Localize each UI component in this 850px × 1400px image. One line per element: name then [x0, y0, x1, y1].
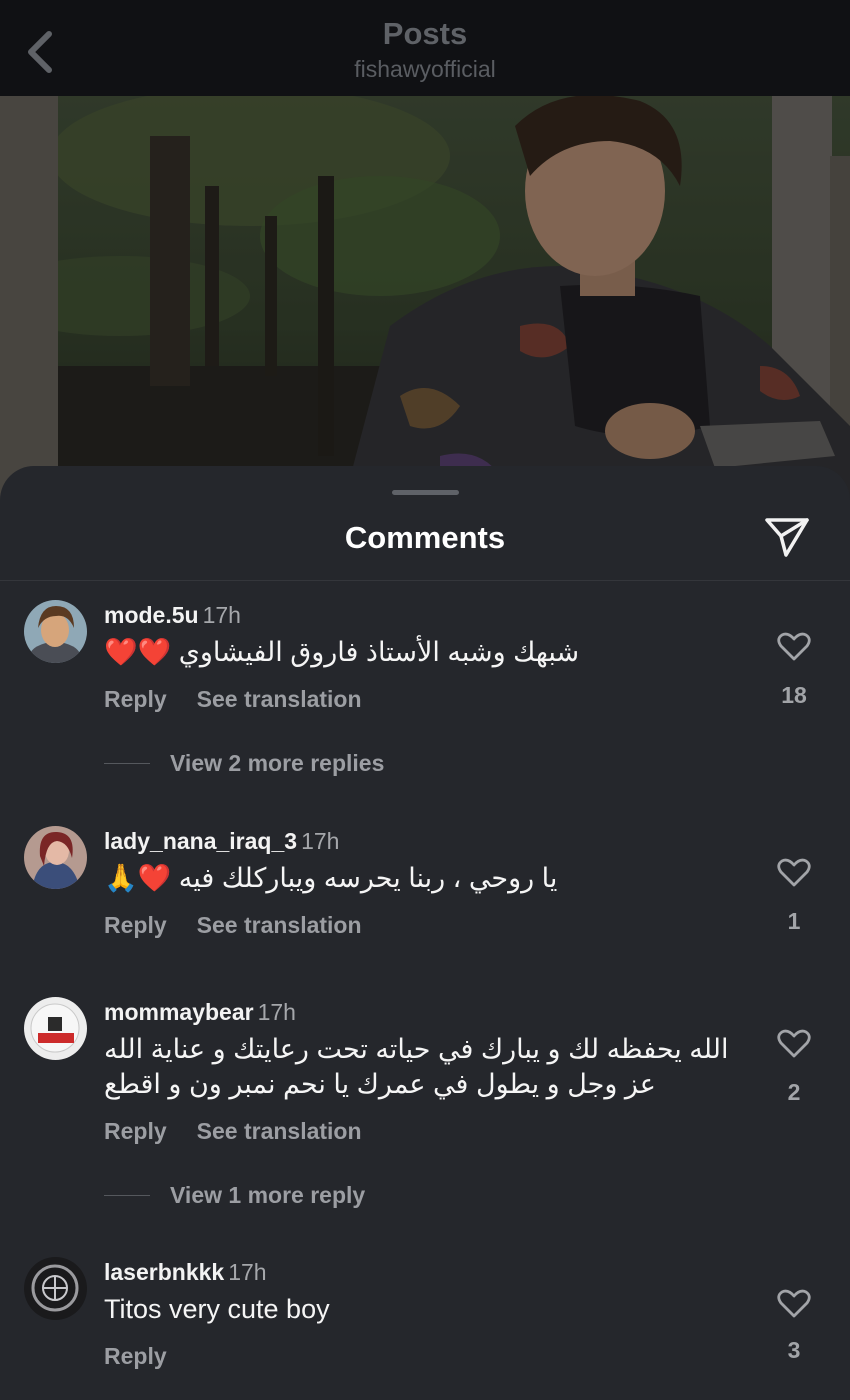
comment-text: يا روحي ، ربنا يحرسه ويباركلك فيه ❤️🙏	[104, 863, 558, 893]
see-translation-button[interactable]: See translation	[197, 686, 362, 712]
replies-line	[104, 1194, 150, 1196]
view-more-replies-label: View 2 more replies	[170, 749, 385, 776]
like-button[interactable]	[775, 1027, 813, 1061]
share-button[interactable]	[762, 514, 812, 560]
like-button[interactable]	[775, 856, 813, 890]
comment-username[interactable]: lady_nana_iraq_3	[104, 828, 297, 854]
comment-item: lady_nana_iraq_3 17h يا روحي ، ربنا يحرسه…	[0, 826, 850, 946]
avatar[interactable]	[24, 1257, 87, 1320]
page-title: Posts	[382, 16, 468, 51]
comment-time: 17h	[301, 828, 340, 854]
like-count: 1	[787, 908, 801, 934]
comment-actions: Reply	[104, 1343, 197, 1370]
comment-text: Titos very cute boy	[104, 1294, 330, 1324]
like-count: 18	[781, 682, 807, 708]
post-image	[0, 96, 850, 516]
comment-username[interactable]: laserbnkkk	[104, 1259, 224, 1285]
account-name: fishawyofficial	[354, 56, 496, 82]
like-button[interactable]	[775, 1287, 813, 1321]
comment-header: lady_nana_iraq_3 17h	[104, 826, 339, 856]
like-count: 3	[787, 1337, 801, 1363]
replies-line	[104, 762, 150, 764]
comment-username[interactable]: mommaybear	[104, 999, 254, 1025]
comment-text-line: الله يحفظه لك و يبارك في حياته تحت رعايت…	[104, 1034, 729, 1064]
comment-time: 17h	[202, 602, 241, 628]
like-count: 2	[787, 1079, 801, 1105]
comment-actions: Reply See translation	[104, 686, 392, 713]
heart-icon	[777, 632, 811, 661]
comments-sheet: Comments mode.5u 17h شبهك وشبه الأستاذ فا…	[0, 466, 850, 1400]
view-more-replies-label: View 1 more reply	[170, 1181, 366, 1208]
avatar[interactable]	[24, 826, 87, 889]
sheet-title: Comments	[344, 520, 506, 555]
reply-button[interactable]: Reply	[104, 1118, 167, 1144]
comment-actions: Reply See translation	[104, 912, 392, 939]
comment-item: mommaybear 17h الله يحفظه لك و يبارك في ح…	[0, 997, 850, 1217]
heart-icon	[777, 858, 811, 887]
comment-text: شبهك وشبه الأستاذ فاروق الفيشاوي ❤️❤️	[104, 637, 580, 667]
reply-button[interactable]: Reply	[104, 686, 167, 712]
avatar[interactable]	[24, 997, 87, 1060]
comment-header: mode.5u 17h	[104, 600, 241, 630]
paper-plane-icon	[765, 518, 809, 557]
comment-time: 17h	[228, 1259, 267, 1285]
comment-item: mode.5u 17h شبهك وشبه الأستاذ فاروق الفيش…	[0, 600, 850, 800]
view-more-replies[interactable]: View 1 more reply	[104, 1180, 365, 1210]
reply-button[interactable]: Reply	[104, 1343, 167, 1369]
top-nav-bar: Posts fishawyofficial	[0, 0, 850, 96]
comment-time: 17h	[257, 999, 296, 1025]
comment-actions: Reply See translation	[104, 1118, 392, 1145]
comment-text-line: عز وجل و يطول في عمرك يا نحم نمبر ون و ا…	[104, 1069, 656, 1099]
comment-header: mommaybear 17h	[104, 997, 296, 1027]
comment-username[interactable]: mode.5u	[104, 602, 199, 628]
comment-item: laserbnkkk 17h Titos very cute boy Reply …	[0, 1257, 850, 1387]
reply-button[interactable]: Reply	[104, 912, 167, 938]
like-button[interactable]	[775, 630, 813, 664]
heart-icon	[777, 1289, 811, 1318]
view-more-replies[interactable]: View 2 more replies	[104, 748, 384, 778]
heart-icon	[777, 1029, 811, 1058]
drag-handle[interactable]	[392, 490, 459, 495]
divider	[0, 580, 850, 581]
see-translation-button[interactable]: See translation	[197, 1118, 362, 1144]
comment-header: laserbnkkk 17h	[104, 1257, 267, 1287]
see-translation-button[interactable]: See translation	[197, 912, 362, 938]
avatar[interactable]	[24, 600, 87, 663]
